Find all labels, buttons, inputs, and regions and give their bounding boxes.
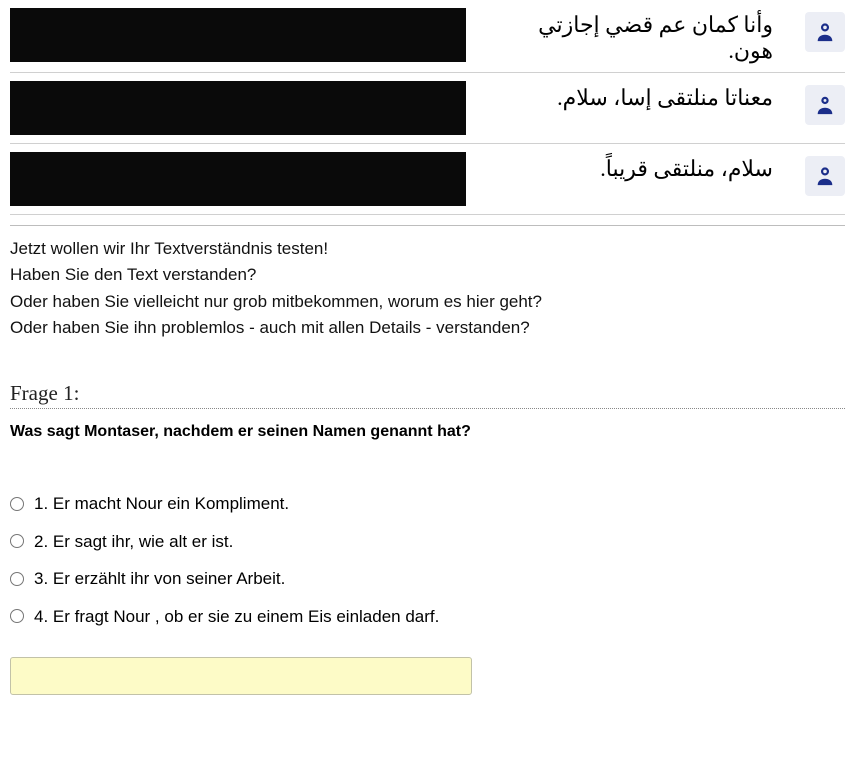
intro-line: Jetzt wollen wir Ihr Textverständnis tes… (10, 236, 845, 262)
answer-input[interactable] (10, 657, 472, 695)
dialog-row: معناتا منلتقى إسا، سلام. (10, 73, 845, 144)
question-text: Was sagt Montaser, nachdem er seinen Nam… (10, 423, 845, 441)
options-group: 1. Er macht Nour ein Kompliment. 2. Er s… (10, 485, 845, 635)
option-row[interactable]: 4. Er fragt Nour , ob er sie zu einem Ei… (10, 598, 845, 635)
arabic-line: معناتا منلتقى إسا، سلام. (490, 81, 773, 111)
person-icon (814, 94, 836, 116)
speaker-avatar (805, 12, 845, 52)
speaker-avatar (805, 156, 845, 196)
option-label: 3. Er erzählt ihr von seiner Arbeit. (34, 560, 285, 597)
option-label: 2. Er sagt ihr, wie alt er ist. (34, 523, 233, 560)
speaker-avatar (805, 85, 845, 125)
option-label: 1. Er macht Nour ein Kompliment. (34, 485, 289, 522)
redacted-block (10, 152, 466, 206)
option-row[interactable]: 1. Er macht Nour ein Kompliment. (10, 485, 845, 522)
person-icon (814, 21, 836, 43)
redacted-block (10, 8, 466, 62)
radio-option-4[interactable] (10, 609, 24, 623)
question-header: Frage 1: (10, 381, 845, 409)
radio-option-1[interactable] (10, 497, 24, 511)
section-divider (10, 225, 845, 226)
dialog-row: وأنا كمان عم قضي إجازتي هون. (10, 0, 845, 73)
redacted-block (10, 81, 466, 135)
intro-line: Haben Sie den Text verstanden? (10, 262, 845, 288)
intro-line: Oder haben Sie ihn problemlos - auch mit… (10, 315, 845, 341)
option-row[interactable]: 3. Er erzählt ihr von seiner Arbeit. (10, 560, 845, 597)
radio-option-2[interactable] (10, 534, 24, 548)
intro-paragraph: Jetzt wollen wir Ihr Textverständnis tes… (10, 236, 845, 341)
person-icon (814, 165, 836, 187)
option-label: 4. Er fragt Nour , ob er sie zu einem Ei… (34, 598, 439, 635)
option-row[interactable]: 2. Er sagt ihr, wie alt er ist. (10, 523, 845, 560)
dialog-row: سلام، منلتقى قريباً. (10, 144, 845, 215)
arabic-line: سلام، منلتقى قريباً. (490, 152, 773, 182)
arabic-line: وأنا كمان عم قضي إجازتي هون. (490, 8, 773, 64)
radio-option-3[interactable] (10, 572, 24, 586)
intro-line: Oder haben Sie vielleicht nur grob mitbe… (10, 289, 845, 315)
